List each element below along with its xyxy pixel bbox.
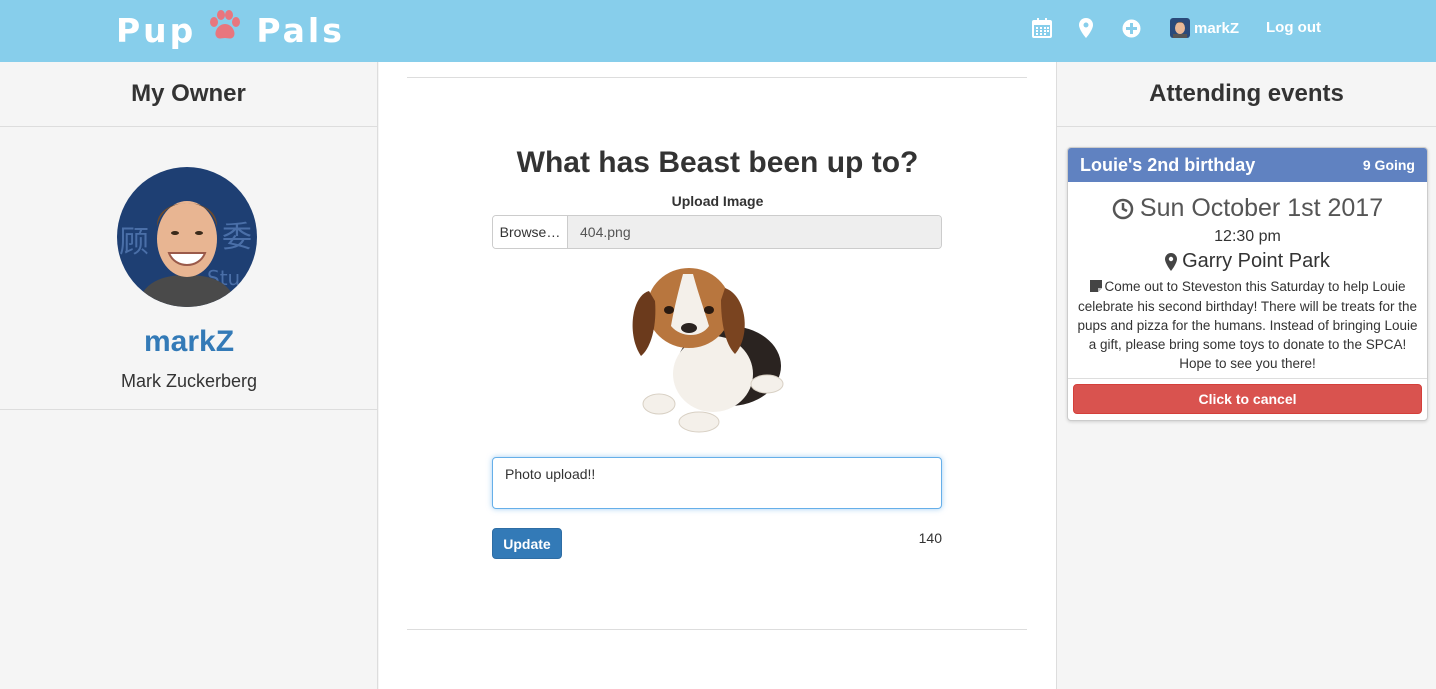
owner-full-name: Mark Zuckerberg <box>120 371 258 391</box>
svg-text:顾: 顾 <box>119 225 149 260</box>
cancel-attendance-button[interactable]: Click to cancel <box>1073 384 1422 414</box>
svg-text:委: 委 <box>222 220 252 255</box>
image-preview <box>617 256 793 438</box>
event-description-text: Come out to Steveston this Saturday to h… <box>1077 279 1418 371</box>
map-marker-icon <box>1165 252 1178 271</box>
event-card-header: Louie's 2nd birthday 9 Going <box>1068 148 1427 182</box>
event-location-row: Garry Point Park <box>1074 250 1421 273</box>
caption-textarea[interactable]: Photo upload!! <box>492 457 942 509</box>
owner-avatar[interactable]: 顾 委 Stu <box>117 167 257 307</box>
divider-top <box>407 77 1027 78</box>
paw-icon <box>208 10 242 50</box>
post-panel: What has Beast been up to? Upload Image … <box>379 62 1056 689</box>
browse-button[interactable]: Browse… <box>493 216 568 248</box>
clock-icon <box>1112 198 1134 220</box>
events-panel-heading: Attending events <box>1057 62 1436 127</box>
char-counter: 140 <box>918 530 942 546</box>
owner-profile: 顾 委 Stu markZ Mark Zuckerberg <box>0 127 377 410</box>
event-card-footer: Click to cancel <box>1068 378 1427 420</box>
nav-user-menu[interactable]: markZ <box>1170 17 1239 39</box>
upload-image-label: Upload Image <box>671 193 764 209</box>
event-title[interactable]: Louie's 2nd birthday <box>1080 155 1255 176</box>
nav-avatar <box>1170 18 1190 38</box>
brand-text-right: Pals <box>256 10 345 50</box>
event-time: 12:30 pm <box>1214 228 1281 245</box>
event-date-row: Sun October 1st 2017 <box>1074 194 1421 223</box>
owner-panel: My Owner 顾 委 Stu markZ Mark Zuckerberg <box>0 62 378 689</box>
events-panel: Attending events Louie's 2nd birthday 9 … <box>1056 62 1436 689</box>
navbar: Pup Pals markZ Log out <box>0 0 1436 62</box>
sticky-note-icon <box>1089 278 1102 297</box>
event-date: Sun October 1st 2017 <box>1139 194 1384 222</box>
event-location: Garry Point Park <box>1182 250 1330 272</box>
event-card: Louie's 2nd birthday 9 Going Sun October… <box>1067 147 1428 421</box>
plus-circle-icon[interactable] <box>1120 17 1142 39</box>
post-form-title: What has Beast been up to? <box>516 146 919 179</box>
nav-username: markZ <box>1194 19 1240 37</box>
file-name-field[interactable]: 404.png <box>568 216 941 248</box>
owner-panel-heading: My Owner <box>0 62 377 127</box>
map-marker-icon[interactable] <box>1075 17 1097 39</box>
file-input-group: Browse… 404.png <box>492 215 942 249</box>
logout-link[interactable]: Log out <box>1266 19 1321 36</box>
owner-username-link[interactable]: markZ <box>0 325 378 359</box>
divider-bottom <box>407 629 1027 630</box>
brand-text-left: Pup <box>116 10 197 50</box>
brand-logo[interactable]: Pup Pals <box>116 8 345 52</box>
event-going-count: 9 Going <box>1362 157 1415 173</box>
event-description: Come out to Steveston this Saturday to h… <box>1074 277 1421 373</box>
calendar-icon[interactable] <box>1031 17 1053 39</box>
update-button[interactable]: Update <box>492 528 562 559</box>
event-card-body: Sun October 1st 2017 12:30 pm Garry Poin… <box>1068 194 1427 373</box>
